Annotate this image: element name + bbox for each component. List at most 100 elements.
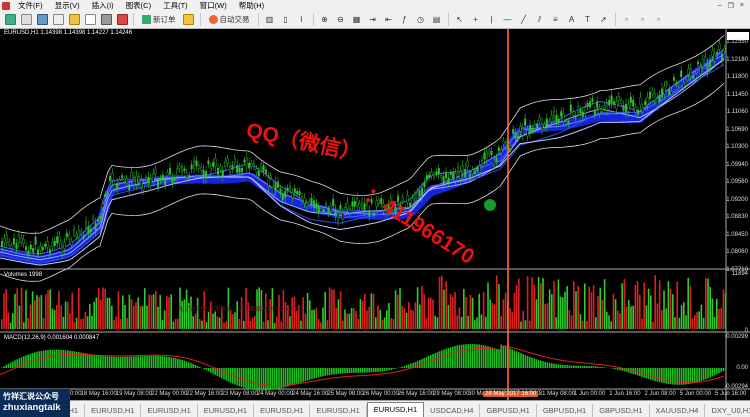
indicators-icon[interactable]: ƒ	[399, 14, 411, 26]
tile-windows-icon[interactable]: ▦	[351, 14, 363, 26]
equidistant-channel-icon[interactable]: ⫽	[534, 14, 546, 26]
editor-icon[interactable]	[116, 14, 128, 26]
macd-histogram-bar	[515, 351, 518, 368]
m15-period-icon[interactable]: ▫	[653, 14, 665, 26]
candle-body	[610, 95, 613, 104]
volume-bar	[449, 294, 452, 329]
chart-tab[interactable]: GBPUSD,H1	[593, 404, 650, 417]
cursor-icon[interactable]: ↖	[454, 14, 466, 26]
price-axis-label: 1.09940	[726, 161, 748, 168]
chart-tab[interactable]: EURUSD,H1	[310, 404, 367, 417]
navigator-icon[interactable]	[68, 14, 80, 26]
menu-tools[interactable]: 工具(T)	[157, 0, 194, 11]
macd-histogram-bar	[513, 350, 516, 368]
candlestick-icon[interactable]: ▯	[280, 14, 292, 26]
m5-period-icon[interactable]: ▫	[637, 14, 649, 26]
candle-body	[207, 160, 210, 165]
volume-bar	[722, 289, 725, 329]
chart-tab[interactable]: DXY_U0,H1	[705, 404, 750, 417]
macd-histogram-bar	[302, 368, 304, 382]
menu-insert[interactable]: 插入(I)	[86, 0, 120, 11]
vertical-line-icon[interactable]: |	[486, 14, 498, 26]
macd-histogram-bar	[592, 366, 595, 368]
macd-histogram-bar	[581, 365, 584, 368]
menu-charts[interactable]: 图表(C)	[120, 0, 157, 11]
new-chart-icon[interactable]	[4, 14, 16, 26]
chart-tab[interactable]: XAUUSD,H4	[650, 404, 706, 417]
close-icon[interactable]: ×	[740, 2, 744, 10]
candle-body	[656, 98, 659, 106]
periods-icon[interactable]: ◷	[415, 14, 427, 26]
text-icon[interactable]: A	[566, 14, 578, 26]
metaeditor-icon[interactable]	[183, 14, 195, 26]
chart-tab[interactable]: EURUSD,H1	[366, 402, 425, 417]
minimize-icon[interactable]: –	[718, 2, 722, 10]
candle-body	[569, 104, 572, 112]
volume-bar	[504, 292, 507, 329]
volume-bar	[280, 321, 282, 329]
trendline-icon[interactable]: ╱	[518, 14, 530, 26]
candle-body	[670, 91, 673, 95]
menu-view[interactable]: 显示(V)	[49, 0, 86, 11]
restore-icon[interactable]: ❐	[728, 2, 734, 10]
volume-bar	[614, 299, 617, 329]
chart-tab[interactable]: EURUSD,H1	[85, 404, 142, 417]
horizontal-line-icon[interactable]: —	[502, 14, 514, 26]
chart-tab[interactable]: EURUSD,H1	[141, 404, 198, 417]
candle-body	[673, 77, 676, 81]
volume-bar	[141, 306, 144, 329]
menu-file[interactable]: 文件(F)	[12, 0, 49, 11]
profiles-icon[interactable]	[20, 14, 32, 26]
volume-bar	[529, 320, 531, 329]
macd-histogram-bar	[295, 368, 298, 384]
macd-histogram-bar	[47, 349, 49, 368]
terminal-icon[interactable]	[84, 14, 96, 26]
chart-window[interactable]: EURUSD,H1 1.14398 1.14398 1.14227 1.1424…	[0, 29, 750, 400]
new-order-button[interactable]: 新订单	[139, 14, 179, 26]
zoom-out-icon[interactable]: ⊖	[335, 14, 347, 26]
data-window-icon[interactable]	[52, 14, 64, 26]
macd-histogram-bar	[5, 364, 7, 368]
macd-histogram-bar	[284, 368, 287, 388]
watermark-line2: zhuxiangtalk	[3, 402, 61, 413]
m1-period-icon[interactable]: ▫	[621, 14, 633, 26]
text-label-icon[interactable]: T	[582, 14, 594, 26]
macd-histogram-bar	[386, 368, 388, 371]
menu-help[interactable]: 帮助(H)	[233, 0, 270, 11]
chart-tab[interactable]: EURUSD,H1	[254, 404, 311, 417]
candle-body	[663, 86, 666, 95]
autoscroll-icon[interactable]: ⇥	[367, 14, 379, 26]
candle-body	[204, 171, 207, 179]
candle-body	[329, 206, 332, 212]
candle-body	[637, 109, 640, 115]
chart-tab[interactable]: GBPUSD,H1	[537, 404, 594, 417]
candle-body	[32, 248, 35, 253]
crosshair-icon[interactable]: +	[470, 14, 482, 26]
zoom-in-icon[interactable]: ⊕	[319, 14, 331, 26]
arrows-icon[interactable]: ➚	[598, 14, 610, 26]
candle-body	[521, 128, 524, 136]
chart-tab[interactable]: EURUSD,H1	[198, 404, 255, 417]
macd-histogram-bar	[524, 355, 527, 368]
menu-window[interactable]: 窗口(W)	[194, 0, 233, 11]
candle-body	[687, 68, 690, 75]
market-watch-icon[interactable]	[36, 14, 48, 26]
candle-body	[596, 101, 599, 109]
auto-trading-button[interactable]: 自动交易	[206, 14, 253, 26]
macd-histogram-bar	[410, 363, 412, 368]
chart-tab[interactable]: USDCAD,H4	[424, 404, 481, 417]
line-chart-icon[interactable]: ⌇	[296, 14, 308, 26]
macd-histogram-bar	[159, 355, 161, 368]
volume-bar	[328, 287, 331, 329]
macd-histogram-bar	[135, 356, 137, 368]
candle-body	[421, 187, 424, 196]
volume-bar	[564, 291, 566, 329]
bar-chart-icon[interactable]: ▥	[264, 14, 276, 26]
tester-icon[interactable]	[100, 14, 112, 26]
volume-bar	[676, 281, 678, 329]
chart-shift-icon[interactable]: ⇤	[383, 14, 395, 26]
fibonacci-icon[interactable]: ≡	[550, 14, 562, 26]
volume-bar	[454, 292, 456, 329]
templates-icon[interactable]: ▤	[431, 14, 443, 26]
chart-tab[interactable]: GBPUSD,H1	[480, 404, 537, 417]
